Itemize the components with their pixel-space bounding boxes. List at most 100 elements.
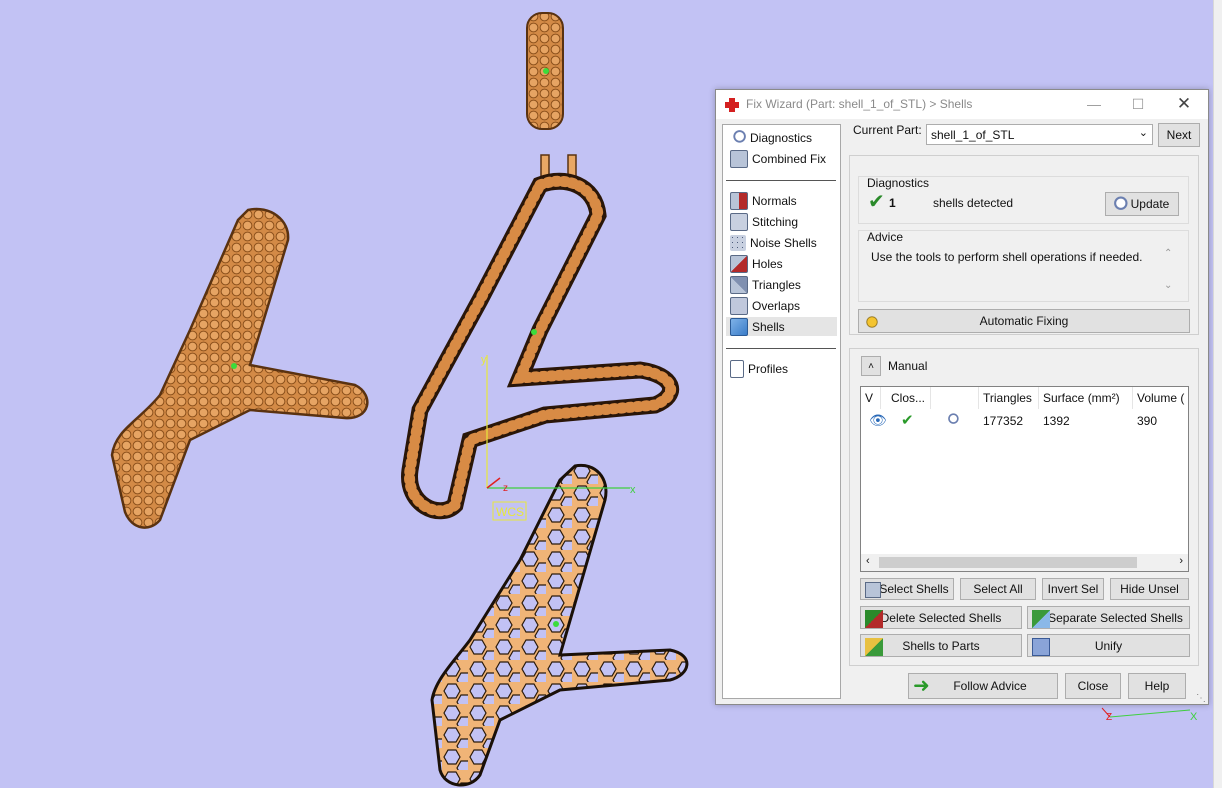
table-row[interactable]: 👁 ✔ 177352 1392 390 (861, 411, 1188, 431)
current-part-dropdown[interactable]: shell_1_of_STL ⌄ (926, 124, 1153, 145)
unify-cube-icon (1032, 638, 1050, 656)
surface-cell: 1392 (1043, 414, 1070, 428)
fix-wizard-dialog: Fix Wizard (Part: shell_1_of_STL) > Shel… (715, 89, 1209, 705)
diagnostics-heading: Diagnostics (867, 176, 930, 190)
advice-scroll-up-icon[interactable]: ⌃ (1164, 248, 1172, 259)
select-shells-button[interactable]: Select Shells (860, 578, 954, 600)
column-header-closed[interactable]: Clos... (887, 387, 931, 409)
unify-button[interactable]: Unify (1027, 634, 1190, 657)
nav-item-stitching[interactable]: Stitching (726, 212, 837, 231)
resize-grip-icon[interactable]: ⋱ (1196, 693, 1206, 704)
dialog-titlebar[interactable]: Fix Wizard (Part: shell_1_of_STL) > Shel… (716, 90, 1208, 119)
column-header-volume[interactable]: Volume ( (1133, 387, 1188, 409)
update-button-label: Update (1130, 197, 1170, 211)
noise-shells-icon (730, 234, 746, 251)
shells-to-parts-icon (865, 638, 883, 656)
close-window-button[interactable]: ✕ (1162, 90, 1206, 119)
shells-cube-icon (730, 317, 748, 336)
column-header-triangles[interactable]: Triangles (979, 387, 1039, 409)
follow-advice-button[interactable]: ➜ Follow Advice (908, 673, 1058, 699)
select-all-label: Select All (973, 582, 1023, 596)
triangles-cell: 177352 (983, 414, 1024, 428)
fix-wizard-nav: Diagnostics Combined Fix Normals Stitchi… (722, 124, 841, 699)
minimize-button[interactable]: — (1072, 90, 1116, 119)
green-check-icon: ✔ (901, 412, 914, 429)
chevron-up-icon: ˄ (868, 360, 874, 372)
scrollbar-thumb[interactable] (879, 557, 1137, 568)
delete-selected-label: Delete Selected Shells (880, 610, 1002, 625)
automatic-fixing-button[interactable]: Automatic Fixing (858, 309, 1190, 333)
nav-item-label: Overlaps (752, 298, 801, 313)
nav-item-shells[interactable]: Shells (726, 317, 837, 336)
dialog-title: Fix Wizard (Part: shell_1_of_STL) > Shel… (746, 97, 973, 111)
nav-item-label: Triangles (752, 277, 801, 292)
column-header-visible[interactable]: V (861, 387, 881, 409)
delete-selected-shells-button[interactable]: Delete Selected Shells (860, 606, 1022, 629)
advice-heading: Advice (867, 230, 904, 244)
delete-shells-icon (865, 610, 883, 628)
hide-unsel-label: Hide Unsel (1120, 582, 1179, 596)
scroll-left-icon[interactable]: ‹ (866, 555, 870, 567)
table-horizontal-scrollbar[interactable]: ‹ › (861, 554, 1188, 571)
nav-separator (726, 348, 836, 349)
stitching-cube-icon (730, 212, 748, 231)
axis-z-label: z (503, 483, 508, 494)
diagnostics-status-text: shells detected (933, 196, 1014, 210)
wcs-label: WCS (496, 505, 524, 519)
nav-item-normals[interactable]: Normals (726, 191, 837, 210)
manual-heading: Manual (888, 359, 928, 373)
advice-group (858, 230, 1189, 302)
select-cube-icon (865, 582, 881, 598)
nav-item-noise-shells[interactable]: Noise Shells (726, 233, 837, 252)
left-part-model[interactable] (110, 207, 369, 529)
corner-axis-z-label: Z (1106, 712, 1112, 723)
update-button[interactable]: Update (1105, 192, 1179, 216)
bottom-part-model[interactable] (430, 463, 689, 787)
axis-x-label: x (630, 484, 636, 496)
bail-ring-model[interactable] (526, 12, 564, 130)
maximize-button[interactable]: ☐ (1116, 90, 1160, 119)
next-button[interactable]: Next (1158, 123, 1200, 147)
scroll-right-icon[interactable]: › (1179, 555, 1183, 567)
nav-item-diagnostics[interactable]: Diagnostics (726, 128, 837, 147)
separate-selected-label: Separate Selected Shells (1048, 610, 1183, 625)
current-part-value: shell_1_of_STL (931, 128, 1015, 142)
inspect-magnifier-icon[interactable] (945, 413, 959, 427)
nav-item-label: Stitching (752, 214, 799, 229)
close-button[interactable]: Close (1065, 673, 1121, 699)
collapse-manual-button[interactable]: ˄ (861, 356, 881, 376)
advice-scroll-down-icon[interactable]: ⌄ (1164, 280, 1172, 291)
volume-cell: 390 (1137, 414, 1158, 428)
middle-part-model[interactable] (401, 154, 680, 520)
column-header-inspect[interactable] (931, 387, 979, 409)
corner-axis-triad: Z X (1101, 707, 1198, 723)
nav-item-label: Holes (752, 256, 783, 271)
unify-label: Unify (1094, 638, 1123, 653)
separate-selected-shells-button[interactable]: Separate Selected Shells (1027, 606, 1190, 629)
eye-icon[interactable]: 👁 (869, 412, 887, 429)
column-header-surface[interactable]: Surface (mm²) (1039, 387, 1133, 409)
nav-item-profiles[interactable]: Profiles (726, 359, 837, 378)
help-label: Help (1144, 679, 1170, 693)
gears-icon (863, 313, 881, 331)
document-icon (730, 359, 744, 378)
help-button[interactable]: Help (1128, 673, 1186, 699)
nav-item-triangles[interactable]: Triangles (726, 275, 837, 294)
nav-item-label: Normals (752, 193, 797, 208)
nav-item-label: Profiles (748, 361, 789, 376)
advice-text: Use the tools to perform shell operation… (871, 250, 1143, 264)
nav-item-combined-fix[interactable]: Combined Fix (726, 149, 837, 168)
nav-item-label: Shells (752, 319, 785, 334)
cube-icon (730, 149, 748, 168)
magnifier-icon (730, 129, 746, 146)
invert-sel-button[interactable]: Invert Sel (1042, 578, 1104, 600)
shells-table[interactable]: V Clos... Triangles Surface (mm²) Volume… (860, 386, 1189, 572)
nav-item-label: Diagnostics (750, 130, 813, 145)
nav-item-holes[interactable]: Holes (726, 254, 837, 273)
nav-item-overlaps[interactable]: Overlaps (726, 296, 837, 315)
shells-to-parts-button[interactable]: Shells to Parts (860, 634, 1022, 657)
nav-item-label: Combined Fix (752, 151, 827, 166)
hide-unsel-button[interactable]: Hide Unsel (1110, 578, 1189, 600)
select-all-button[interactable]: Select All (960, 578, 1036, 600)
follow-advice-label: Follow Advice (953, 679, 1027, 693)
